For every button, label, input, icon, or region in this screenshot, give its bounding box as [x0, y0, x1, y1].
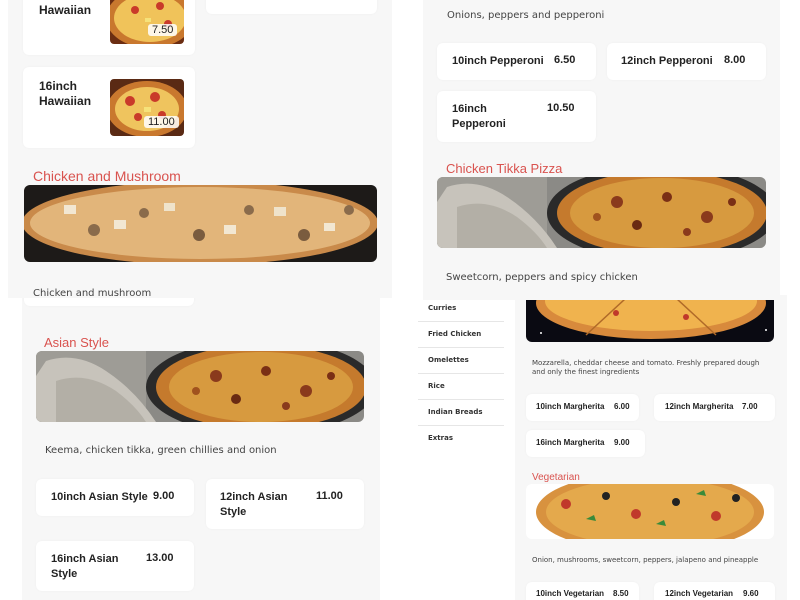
- item-price: 13.00: [146, 552, 174, 564]
- menu-item-hawaiian[interactable]: Hawaiian 7.50: [23, 0, 195, 55]
- item-price: 6.50: [554, 54, 576, 66]
- menu-item-12inch-pepperoni[interactable]: 12inch Pepperoni 8.00: [607, 43, 766, 80]
- item-name: 16inch Asian Style: [51, 553, 119, 580]
- menu-screenshot: Asian Style Keema, chicken tikka, green …: [0, 0, 800, 600]
- menu-item-12inch-vegetarian[interactable]: 12inch Vegetarian 9.60: [654, 582, 775, 600]
- item-price: 6.00: [614, 402, 630, 411]
- menu-item-10inch-pepperoni[interactable]: 10inch Pepperoni 6.50: [437, 43, 596, 80]
- menu-item-10inch-asian-style[interactable]: 10inch Asian Style 9.00: [36, 479, 194, 516]
- right-bottom-area: Curries Fried Chicken Omelettes Rice Ind…: [418, 295, 800, 600]
- item-price: 9.00: [614, 438, 630, 447]
- pepperoni-description: Onions, peppers and pepperoni: [447, 10, 605, 21]
- chicken-tikka-description: Sweetcorn, peppers and spicy chicken: [446, 272, 638, 283]
- item-price: 7.00: [742, 402, 758, 411]
- menu-item-10inch-margherita[interactable]: 10inch Margherita 6.00: [526, 394, 639, 421]
- menu-item-12inch-asian-style[interactable]: 12inch Asian Style 11.00: [206, 479, 364, 529]
- section-title-chicken-mushroom: Chicken and Mushroom: [33, 168, 181, 184]
- category-sidebar: Curries Fried Chicken Omelettes Rice Ind…: [418, 295, 504, 455]
- section-title-vegetarian: Vegetarian: [532, 472, 580, 483]
- menu-item-16inch-margherita[interactable]: 16inch Margherita 9.00: [526, 430, 645, 457]
- menu-item-12inch-margherita[interactable]: 12inch Margherita 7.00: [654, 394, 775, 421]
- item-price: 9.00: [153, 490, 175, 502]
- item-price: 8.50: [613, 589, 629, 598]
- sidebar-item-rice[interactable]: Rice: [418, 373, 504, 400]
- margherita-description: Mozzarella, cheddar cheese and tomato. F…: [532, 359, 760, 376]
- chicken-tikka-banner-image: [437, 177, 766, 248]
- item-name: 12inch Vegetarian: [665, 589, 734, 598]
- item-price: 7.50: [148, 24, 178, 36]
- item-price: 10.50: [547, 102, 575, 114]
- hawaiian-thumbnail: [110, 0, 184, 44]
- item-name: 16inch Hawaiian: [39, 79, 92, 108]
- section-title-asian-style: Asian Style: [44, 335, 110, 350]
- chicken-mushroom-description: Chicken and mushroom: [33, 288, 152, 298]
- item-price: 9.60: [743, 589, 759, 598]
- sidebar-item-fried-chicken[interactable]: Fried Chicken: [418, 321, 504, 348]
- sidebar-item-indian-breads[interactable]: Indian Breads: [418, 399, 504, 426]
- item-name: 12inch Pepperoni: [621, 55, 713, 67]
- item-name: 12inch Asian Style: [220, 491, 288, 518]
- sidebar-item-extras[interactable]: Extras: [418, 425, 504, 451]
- item-price: 11.00: [144, 116, 179, 128]
- item-name: 10inch Asian Style: [51, 491, 148, 503]
- item-name: 16inch Pepperoni: [452, 103, 506, 130]
- pepperoni-panel: Onions, peppers and pepperoni 10inch Pep…: [423, 0, 780, 300]
- asian-style-panel: Asian Style Keema, chicken tikka, green …: [22, 290, 380, 600]
- item-name: 16inch Margherita: [536, 438, 605, 447]
- menu-item-10inch-vegetarian[interactable]: 10inch Vegetarian 8.50: [526, 582, 639, 600]
- vegetarian-description: Onion, mushrooms, sweetcorn, peppers, ja…: [532, 556, 759, 564]
- menu-item-card-partial[interactable]: [206, 0, 377, 14]
- item-price: 11.00: [316, 490, 343, 502]
- hawaiian-panel: Hawaiian 7.50 16inch Hawaiian 11.00 Chic…: [8, 0, 392, 298]
- section-title-chicken-tikka: Chicken Tikka Pizza: [446, 161, 563, 176]
- item-name: 10inch Margherita: [536, 402, 605, 411]
- asian-style-banner-image: [36, 351, 364, 422]
- menu-item-16inch-hawaiian[interactable]: 16inch Hawaiian 11.00: [23, 67, 195, 148]
- sidebar-item-omelettes[interactable]: Omelettes: [418, 347, 504, 374]
- menu-item-16inch-pepperoni[interactable]: 16inch Pepperoni 10.50: [437, 91, 596, 142]
- chicken-mushroom-banner-image: [24, 185, 377, 262]
- item-name: Hawaiian: [39, 3, 92, 17]
- vegetarian-banner-image: [526, 484, 774, 539]
- menu-item-16inch-asian-style[interactable]: 16inch Asian Style 13.00: [36, 541, 194, 591]
- item-name: 10inch Pepperoni: [452, 55, 544, 67]
- asian-style-description: Keema, chicken tikka, green chillies and…: [45, 445, 277, 456]
- item-name: 12inch Margherita: [665, 402, 734, 411]
- pizza-content-column: Mozzarella, cheddar cheese and tomato. F…: [515, 295, 787, 600]
- item-name: 10inch Vegetarian: [536, 589, 605, 598]
- item-price: 8.00: [724, 54, 746, 66]
- margherita-banner-image: [526, 295, 774, 342]
